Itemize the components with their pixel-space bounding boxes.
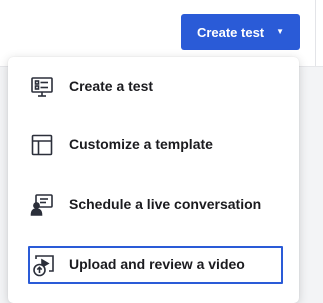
upload-video-icon xyxy=(32,253,56,277)
menu-item-upload-review-video[interactable]: Upload and review a video xyxy=(28,246,283,284)
menu-item-schedule-live-conversation[interactable]: Schedule a live conversation xyxy=(8,186,299,224)
menu-item-label: Upload and review a video xyxy=(69,256,245,272)
topbar-divider xyxy=(315,0,316,66)
menu-item-customize-template[interactable]: Customize a template xyxy=(8,126,299,164)
create-test-button[interactable]: Create test ▼ xyxy=(181,14,300,50)
live-conversation-icon xyxy=(30,193,54,217)
menu-item-label: Customize a template xyxy=(69,136,213,152)
template-layout-icon xyxy=(30,133,54,157)
menu-item-label: Create a test xyxy=(69,78,154,94)
menu-item-create-test[interactable]: Create a test xyxy=(8,68,299,106)
chevron-down-icon: ▼ xyxy=(276,27,285,36)
create-test-button-label: Create test xyxy=(196,24,265,40)
test-monitor-icon xyxy=(30,75,54,99)
create-test-dropdown-menu: Create a test Customize a template Sched… xyxy=(8,57,299,303)
menu-item-label: Schedule a live conversation xyxy=(69,196,262,212)
